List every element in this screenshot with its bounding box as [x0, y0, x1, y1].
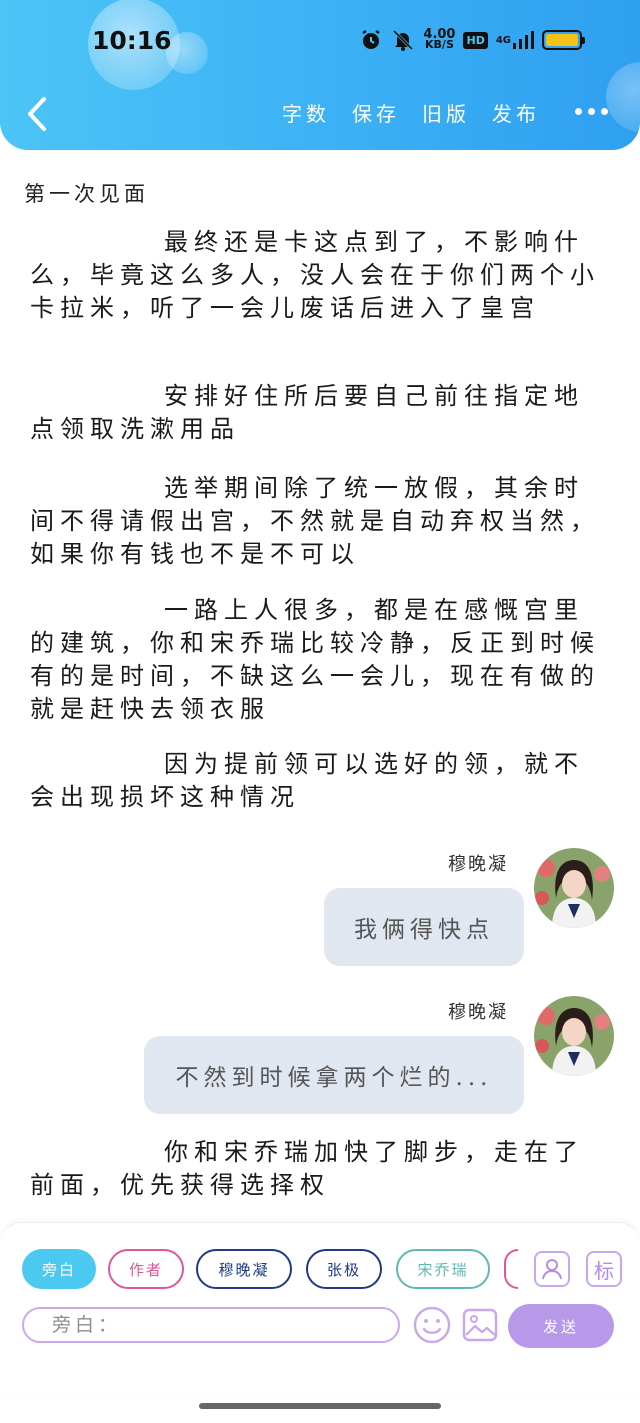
mute-bell-icon [391, 28, 415, 52]
story-paragraph: 你和宋乔瑞加快了脚步，走在了前面，优先获得选择权 [30, 1138, 584, 1199]
story-paragraph: 最终还是卡这点到了，不影响什么，毕竟这么多人，没人会在于你们两个小卡拉米，听了一… [30, 228, 600, 322]
role-chip-zhang-ji[interactable]: 张极 [306, 1249, 382, 1289]
decor-bubble [606, 62, 640, 132]
role-chip-overflow[interactable] [504, 1249, 518, 1289]
role-chip-narrator[interactable]: 旁白 [22, 1249, 96, 1289]
avatar[interactable] [534, 848, 614, 928]
old-version-button[interactable]: 旧版 [422, 98, 470, 127]
battery-fill [546, 34, 578, 46]
speaker-name: 穆晚凝 [448, 1002, 508, 1023]
story-paragraph: 因为提前领可以选好的领，就不会出现损坏这种情况 [30, 750, 584, 811]
chevron-left-icon [28, 97, 46, 131]
composer-bar: 旁白 作者 穆晚凝 张极 宋乔瑞 标 发送 [0, 1222, 640, 1394]
back-button[interactable] [20, 94, 54, 134]
header-actions: 字数 保存 旧版 发布 [282, 98, 540, 127]
story-paragraph: 安排好住所后要自己前往指定地点领取洗漱用品 [30, 382, 584, 443]
role-chip-author[interactable]: 作者 [108, 1249, 184, 1289]
top-header: 10:16 4.00 KB/S HD 4G 字数 保存 旧版 发布 [0, 0, 640, 150]
decor-bubble [166, 32, 208, 74]
save-button[interactable]: 保存 [352, 98, 400, 127]
message-bubble: 我俩得快点 [324, 888, 524, 966]
status-time: 10:16 [92, 26, 172, 55]
character-manage-icon[interactable] [534, 1251, 570, 1287]
status-icons: 4.00 KB/S HD 4G [359, 28, 585, 52]
message-bubble: 不然到时候拿两个烂的... [144, 1036, 524, 1114]
hd-badge: HD [463, 31, 488, 49]
publish-button[interactable]: 发布 [492, 98, 540, 127]
more-icon[interactable] [575, 108, 608, 115]
avatar[interactable] [534, 996, 614, 1076]
alarm-icon [359, 28, 383, 52]
role-chip-mu-wanning[interactable]: 穆晚凝 [196, 1249, 292, 1289]
net-speed-unit: KB/S [425, 38, 454, 51]
story-paragraph: 一路上人很多，都是在感慨宫里的建筑，你和宋乔瑞比较冷静，反正到时候有的是时间，不… [30, 596, 600, 723]
home-indicator[interactable] [199, 1403, 441, 1409]
tag-icon[interactable]: 标 [586, 1251, 622, 1287]
avatar-image [534, 848, 614, 928]
message-input[interactable] [22, 1307, 400, 1343]
signal-icon: 4G [496, 30, 534, 50]
avatar-image [534, 996, 614, 1076]
word-count-button[interactable]: 字数 [282, 98, 330, 127]
net-speed: 4.00 KB/S [423, 28, 455, 51]
emoji-icon[interactable] [412, 1305, 452, 1345]
story-paragraph: 选举期间除了统一放假，其余时间不得请假出宫，不然就是自动弃权当然，如果你有钱也不… [30, 474, 600, 568]
send-button[interactable]: 发送 [508, 1304, 614, 1348]
battery-icon [542, 30, 585, 50]
signal-label: 4G [495, 34, 511, 46]
speaker-name: 穆晚凝 [448, 854, 508, 875]
chapter-title: 第一次见面 [24, 182, 149, 206]
role-chip-song-qiaorui[interactable]: 宋乔瑞 [396, 1249, 490, 1289]
image-icon[interactable] [462, 1307, 498, 1343]
